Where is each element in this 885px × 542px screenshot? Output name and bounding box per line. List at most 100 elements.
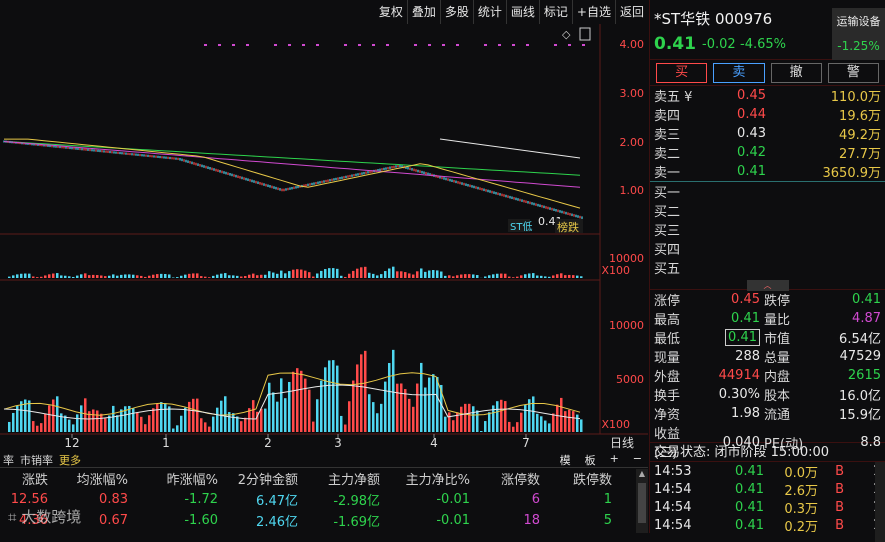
stat-label: 总量 [764, 347, 808, 366]
stat-row: 现量288总量47529 [650, 347, 885, 366]
col-header-3[interactable]: 2分钟金额 [222, 469, 302, 488]
sector-name: 运输设备 [832, 13, 885, 29]
kline-chart[interactable]: ◇4.003.002.001.0010000X100100005000X1001… [0, 24, 648, 454]
toolbar-btn-6[interactable]: +自选 [572, 0, 615, 24]
table-cell: 5 [544, 513, 616, 528]
board-btn-ban[interactable]: 板 [579, 452, 602, 468]
toolbar-btn-0[interactable]: 复权 [375, 0, 407, 24]
ask-row[interactable]: 卖三0.4349.2万 [650, 124, 885, 143]
alert-button[interactable]: 警 [828, 63, 879, 83]
sub-bar [360, 354, 363, 432]
trade-buttons: 买 卖 撤 警 [650, 60, 885, 86]
toolbar-btn-3[interactable]: 统计 [473, 0, 506, 24]
chart-toolbar: 复权叠加多股统计画线标记+自选返回 [0, 0, 648, 24]
level-label: 买二 [654, 201, 700, 220]
toolbar-btn-2[interactable]: 多股 [440, 0, 473, 24]
ask-row[interactable]: 卖四0.4419.6万 [650, 105, 885, 124]
toolbar-btn-1[interactable]: 叠加 [407, 0, 440, 24]
volume-bar [460, 275, 463, 278]
add-button[interactable]: + [604, 452, 625, 468]
level-price: 0.43 [700, 126, 766, 141]
volume-bar [232, 275, 235, 278]
sub-bar [520, 413, 523, 432]
table-row[interactable]: 12.560.83-1.726.47亿-2.98亿-0.0161 [0, 489, 648, 510]
ask-row[interactable]: 卖一0.413650.9万 [650, 162, 885, 181]
stat-label: 跌停 [764, 290, 808, 309]
sub-bar [408, 399, 411, 432]
col-header-4[interactable]: 主力净额 [302, 469, 384, 488]
toolbar-btn-5[interactable]: 标记 [539, 0, 572, 24]
trade-scrollbar[interactable] [875, 462, 885, 542]
stat-value: 4.87 [808, 311, 885, 326]
bid-row[interactable]: 买四 [650, 239, 885, 258]
stat-label: 涨停 [654, 290, 694, 309]
kline-svg[interactable]: ◇4.003.002.001.0010000X100100005000X1001… [0, 24, 648, 454]
cancel-button[interactable]: 撤 [771, 63, 822, 83]
scroll-thumb[interactable] [638, 483, 646, 523]
trade-row: 14:530.410.0万B1 [650, 462, 885, 480]
buy-button[interactable]: 买 [656, 63, 707, 83]
tab-more[interactable]: 更多 [56, 452, 84, 468]
volume-bar [112, 274, 115, 278]
volume-bar [56, 273, 59, 278]
col-header-7[interactable]: 跌停数 [544, 469, 616, 488]
sell-button[interactable]: 卖 [713, 63, 764, 83]
level-volume: 3650.9万 [766, 162, 885, 181]
volume-bar [264, 275, 267, 278]
table-scrollbar[interactable]: ▲ [636, 469, 648, 533]
tab-rate[interactable]: 率 [0, 452, 17, 468]
col-header-0[interactable]: 涨跌 [0, 469, 52, 488]
signal-dot [246, 44, 249, 46]
volume-bar [240, 277, 243, 278]
collapse-toggle[interactable]: ︿ [650, 277, 885, 289]
sub-bar [352, 381, 355, 432]
chevron-up-icon[interactable]: ︿ [747, 280, 789, 291]
col-header-2[interactable]: 昨涨幅% [132, 469, 222, 488]
tab-ps-ratio[interactable]: 市销率 [17, 452, 56, 468]
sub-bar [376, 413, 379, 432]
level-label: 卖三 [654, 124, 700, 143]
volume-bar [88, 275, 91, 278]
ask-row[interactable]: 卖五 ¥0.45110.0万 [650, 86, 885, 105]
volume-bar [520, 275, 523, 278]
sub-bar [76, 414, 79, 432]
trade-side: B [818, 482, 844, 497]
sub-bar [112, 406, 115, 432]
sub-bar [516, 422, 519, 432]
table-header: 涨跌均涨幅%昨涨幅%2分钟金额主力净额主力净比%涨停数跌停数 [0, 468, 648, 489]
board-btn-mo[interactable]: 模 [554, 452, 577, 468]
sector-box[interactable]: 运输设备 -1.25% [832, 8, 885, 60]
bid-row[interactable]: 买五 [650, 258, 885, 277]
sub-bar [416, 384, 419, 432]
signal-dot [484, 44, 487, 46]
sub-bar [260, 409, 263, 432]
col-header-5[interactable]: 主力净比% [384, 469, 474, 488]
volume-bar [508, 277, 511, 278]
col-header-1[interactable]: 均涨幅% [52, 469, 132, 488]
sub-bar [8, 422, 11, 432]
sub-bar [140, 417, 143, 432]
col-header-6[interactable]: 涨停数 [474, 469, 544, 488]
toolbar-btn-7[interactable]: 返回 [615, 0, 648, 24]
minus-button[interactable]: − [627, 452, 648, 468]
price-pct: -4.65% [740, 37, 786, 52]
sub-bar [104, 418, 107, 432]
signal-dot [568, 44, 571, 46]
trade-amount: 0.0万 [764, 462, 818, 481]
price-tick-label: 4.00 [620, 38, 645, 51]
level-volume: 19.6万 [766, 105, 885, 124]
sub-bar [56, 396, 59, 432]
toolbar-btn-4[interactable]: 画线 [506, 0, 539, 24]
bid-row[interactable]: 买三 [650, 220, 885, 239]
volume-bar [288, 271, 291, 278]
table-row[interactable]: 4.360.67-1.602.46亿-1.69亿-0.01185 [0, 510, 648, 531]
sub-bar [180, 416, 183, 432]
ask-row[interactable]: 卖二0.4227.7万 [650, 143, 885, 162]
bid-row[interactable]: 买一 [650, 182, 885, 201]
sub-bar [384, 382, 387, 432]
volume-bar [428, 270, 431, 278]
sub-bar [320, 381, 323, 432]
scroll-up-icon[interactable]: ▲ [636, 469, 648, 481]
trade-amount: 2.6万 [764, 480, 818, 499]
bid-row[interactable]: 买二 [650, 201, 885, 220]
